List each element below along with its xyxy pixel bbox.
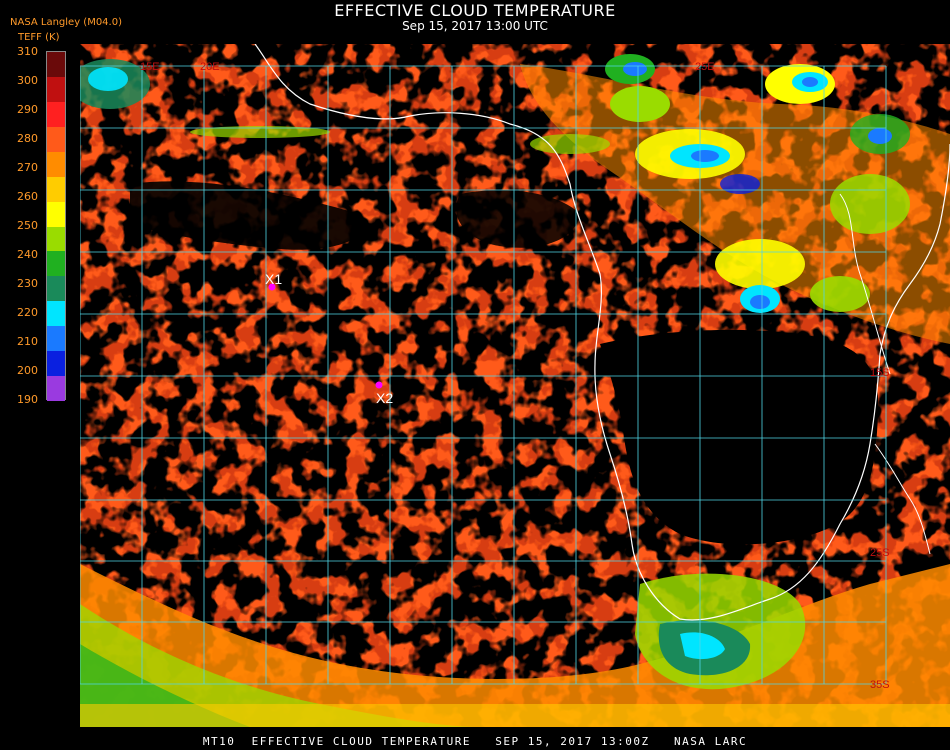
legend-swatch — [47, 101, 65, 128]
legend-label: 220 — [17, 306, 38, 319]
legend-label: 230 — [17, 277, 38, 290]
lat-label: 25S — [870, 547, 890, 559]
lon-label: 20E — [200, 61, 220, 73]
footer-caption: MT10 EFFECTIVE CLOUD TEMPERATURE SEP 15,… — [202, 735, 748, 748]
image-timestamp: Sep 15, 2017 13:00 UTC — [402, 19, 548, 33]
lon-label: 25E — [695, 61, 715, 73]
legend-swatch — [47, 76, 65, 103]
producer-label: NASA Langley (M04.0) — [10, 17, 122, 28]
legend-swatch — [47, 151, 65, 178]
lon-label: 15E — [140, 61, 160, 73]
legend-label: 190 — [17, 393, 38, 406]
marker-x2-dot — [375, 381, 383, 389]
legend-swatch — [47, 301, 65, 327]
legend-swatch — [47, 326, 65, 352]
legend-label: 210 — [17, 335, 38, 348]
legend-swatch — [47, 276, 65, 302]
marker-x1-label: X1 — [265, 271, 282, 287]
legend-swatch — [47, 126, 65, 153]
legend-label: 310 — [17, 45, 38, 58]
color-scale-legend — [46, 51, 66, 402]
legend-swatch — [47, 52, 65, 78]
lat-label: 35S — [870, 679, 890, 691]
lat-label: 15S — [870, 367, 890, 379]
legend-label: 200 — [17, 364, 38, 377]
legend-label: 300 — [17, 74, 38, 87]
legend-label: 270 — [17, 161, 38, 174]
legend-label: 280 — [17, 132, 38, 145]
legend-swatch — [47, 376, 65, 402]
marker-x2-label: X2 — [376, 390, 393, 406]
legend-label: 290 — [17, 103, 38, 116]
legend-swatch — [47, 201, 65, 227]
legend-swatch — [47, 226, 65, 252]
legend-label: 240 — [17, 248, 38, 261]
legend-swatch — [47, 251, 65, 277]
image-title: EFFECTIVE CLOUD TEMPERATURE — [334, 1, 616, 20]
legend-label: 250 — [17, 219, 38, 232]
legend-swatch — [47, 351, 65, 377]
southern-edge — [80, 704, 950, 727]
satellite-image-viewer: EFFECTIVE CLOUD TEMPERATURE Sep 15, 2017… — [0, 0, 950, 750]
legend-swatch — [47, 176, 65, 203]
map-canvas: 15S 25S 35S 15E 20E 25E X1 X2 — [80, 44, 950, 727]
units-label: TEFF (K) — [18, 32, 60, 43]
cloud-temperature-map[interactable]: 15S 25S 35S 15E 20E 25E X1 X2 — [80, 44, 950, 727]
legend-label: 260 — [17, 190, 38, 203]
